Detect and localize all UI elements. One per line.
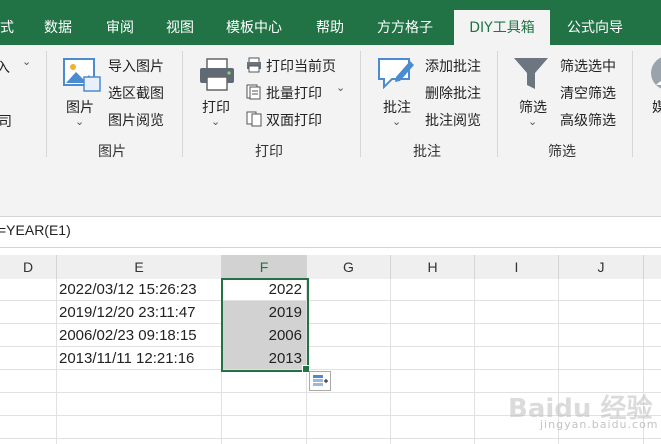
grid-line [390, 279, 391, 444]
print-current-page-button[interactable]: 打印当前页 [266, 56, 336, 76]
chevron-down-icon[interactable]: ⌄ [336, 81, 345, 94]
browse-comment-button[interactable]: 批注阅览 [425, 110, 481, 130]
cell-e3[interactable]: 2006/02/23 09:18:15 [59, 325, 221, 347]
group-separator [497, 51, 498, 157]
duplex-print-icon [246, 111, 262, 131]
grid-line [56, 279, 57, 444]
selection-border [221, 278, 309, 372]
image-group-label: 图片 [98, 144, 126, 160]
add-comment-button[interactable]: 添加批注 [425, 56, 481, 76]
funnel-icon[interactable] [512, 55, 552, 99]
duplex-print-button[interactable]: 双面打印 [266, 110, 322, 130]
ribbon: 入 ⌄ 司 图片 ⌄ 导入图片 选区截图 图片阅览 图片 打印 ⌄ 打印当前页 … [0, 45, 661, 164]
column-header-j[interactable]: J [559, 255, 644, 280]
chevron-down-icon[interactable]: ⌄ [211, 115, 220, 128]
formula-text[interactable]: =YEAR(E1) [0, 222, 71, 238]
chevron-down-icon[interactable]: ⌄ [22, 55, 31, 68]
group-separator [46, 51, 47, 157]
tab-data[interactable]: 数据 [44, 0, 72, 45]
image-button[interactable]: 图片 [66, 97, 94, 117]
column-header-e[interactable]: E [57, 255, 222, 280]
filter-button[interactable]: 筛选 [519, 97, 547, 117]
column-header-i[interactable]: I [475, 255, 559, 280]
clear-filter-button[interactable]: 清空筛选 [560, 83, 616, 103]
baidu-watermark-url: jingyan.baidu.com [540, 418, 659, 431]
group-separator [182, 51, 183, 157]
empty-ribbon-band [0, 163, 661, 216]
partial-label-mid: 司 [0, 114, 12, 130]
cell-e4[interactable]: 2013/11/11 12:21:16 [59, 348, 221, 370]
cell-e1[interactable]: 2022/03/12 15:26:23 [59, 279, 221, 301]
import-image-button[interactable]: 导入图片 [108, 56, 164, 76]
filter-group-label: 筛选 [548, 144, 576, 160]
tab-formula-partial[interactable]: 式 [0, 0, 14, 45]
print-button[interactable]: 打印 [202, 97, 230, 117]
batch-print-icon [246, 84, 262, 104]
comment-button[interactable]: 批注 [383, 97, 411, 117]
tab-view[interactable]: 视图 [166, 0, 194, 45]
tab-diy-toolbox[interactable]: DIY工具箱 [454, 10, 550, 45]
chevron-down-icon[interactable]: ⌄ [75, 115, 84, 128]
tab-formula-wizard[interactable]: 公式向导 [567, 0, 623, 45]
chevron-down-icon[interactable]: ⌄ [392, 115, 401, 128]
delete-comment-button[interactable]: 删除批注 [425, 83, 481, 103]
comment-icon[interactable] [376, 55, 416, 97]
select-screenshot-button[interactable]: 选区截图 [108, 83, 164, 103]
tab-help[interactable]: 帮助 [316, 0, 344, 45]
printer-icon[interactable] [198, 57, 236, 97]
grid-line [0, 438, 661, 439]
grid-line [474, 279, 475, 444]
formula-bar[interactable]: =YEAR(E1) [0, 216, 661, 248]
ribbon-tab-bar: 式 数据 审阅 视图 模板中心 帮助 方方格子 DIY工具箱 公式向导 [0, 0, 661, 45]
advanced-filter-button[interactable]: 高级筛选 [560, 110, 616, 130]
image-icon[interactable] [62, 57, 102, 99]
column-header-g[interactable]: G [307, 255, 391, 280]
partial-label-top: 入 [0, 60, 10, 76]
group-separator [360, 51, 361, 157]
tab-fangfang[interactable]: 方方格子 [377, 0, 433, 45]
column-header-k[interactable] [644, 255, 661, 280]
cell-e2[interactable]: 2019/12/20 23:11:47 [59, 302, 221, 324]
tab-template-center[interactable]: 模板中心 [226, 0, 282, 45]
partial-label-right: 媒 [652, 100, 661, 116]
column-header-d[interactable]: D [0, 255, 57, 280]
auto-fill-options-icon[interactable] [309, 371, 331, 391]
filter-selected-button[interactable]: 筛选选中 [560, 56, 616, 76]
print-page-icon [246, 57, 262, 77]
column-header-f[interactable]: F [222, 255, 307, 280]
user-icon[interactable] [648, 55, 661, 95]
tab-review[interactable]: 审阅 [106, 0, 134, 45]
group-separator [632, 51, 633, 157]
print-group-label: 打印 [255, 144, 283, 160]
chevron-down-icon[interactable]: ⌄ [528, 115, 537, 128]
image-browse-button[interactable]: 图片阅览 [108, 110, 164, 130]
comment-group-label: 批注 [413, 144, 441, 160]
batch-print-button[interactable]: 批量打印 [266, 83, 322, 103]
column-header-h[interactable]: H [391, 255, 475, 280]
